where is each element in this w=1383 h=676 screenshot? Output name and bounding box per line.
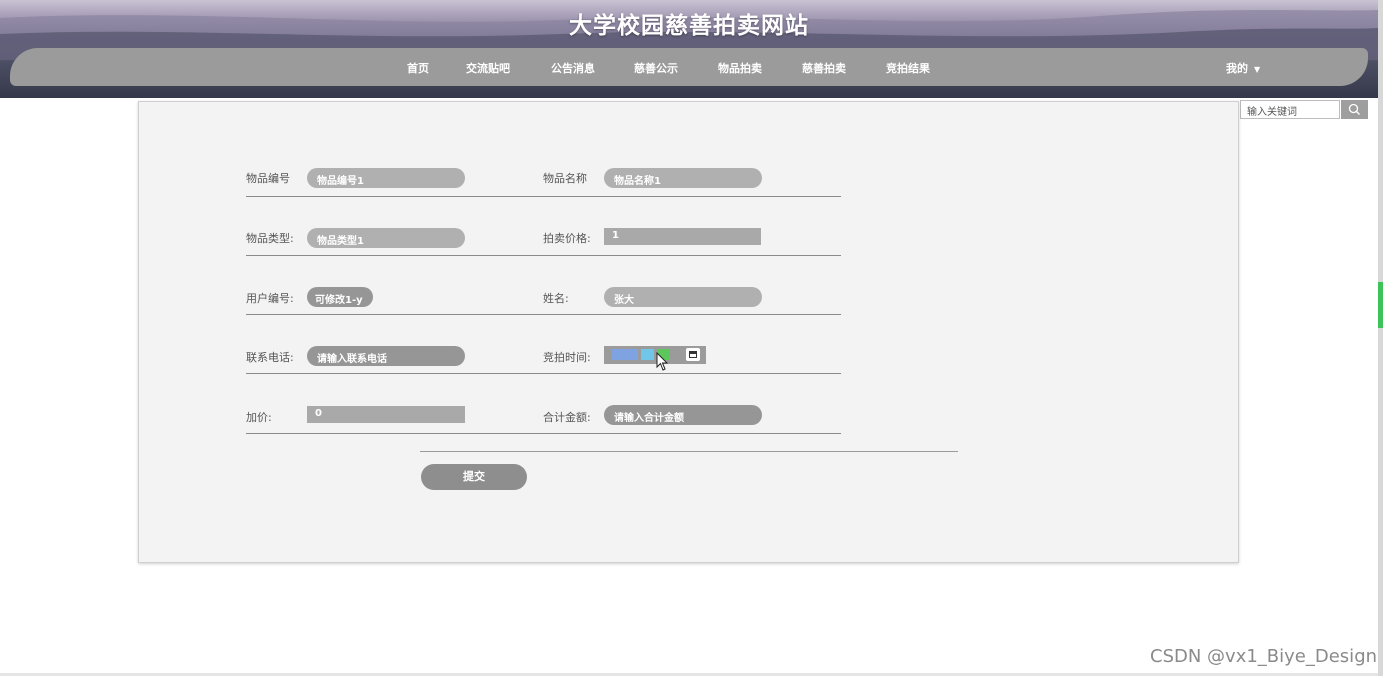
bid-time-label: 竞拍时间: bbox=[543, 351, 591, 364]
nav-charity-auction[interactable]: 慈善拍卖 bbox=[802, 60, 846, 76]
nav-home[interactable]: 首页 bbox=[407, 60, 429, 76]
nav-item-auction[interactable]: 物品拍卖 bbox=[718, 60, 762, 76]
search-button[interactable] bbox=[1341, 100, 1368, 119]
total-label: 合计金额: bbox=[543, 411, 591, 424]
item-name-label: 物品名称 bbox=[543, 172, 587, 185]
bid-time-date-input[interactable] bbox=[604, 346, 706, 364]
chevron-down-icon: ▼ bbox=[1254, 65, 1261, 74]
nav-bid-results[interactable]: 竞拍结果 bbox=[886, 60, 930, 76]
auction-price-field[interactable]: 1 bbox=[604, 228, 761, 245]
auction-price-label: 拍卖价格: bbox=[543, 232, 591, 245]
date-year-segment[interactable] bbox=[612, 349, 638, 360]
submit-divider bbox=[420, 451, 958, 452]
mouse-pointer-icon bbox=[656, 352, 669, 371]
submit-button[interactable]: 提交 bbox=[421, 464, 527, 490]
site-title: 大学校园慈善拍卖网站 bbox=[569, 13, 809, 39]
row-divider bbox=[246, 314, 841, 315]
total-field[interactable]: 请输入合计金额 bbox=[604, 405, 762, 425]
nav-notices[interactable]: 公告消息 bbox=[551, 60, 595, 76]
search-icon bbox=[1348, 103, 1360, 115]
phone-label: 联系电话: bbox=[246, 351, 294, 364]
item-code-label: 物品编号 bbox=[246, 172, 290, 185]
calendar-icon[interactable] bbox=[686, 348, 700, 361]
row-divider bbox=[246, 196, 841, 197]
phone-field[interactable]: 请输入联系电话 bbox=[307, 346, 465, 366]
user-menu-label: 我的 bbox=[1226, 62, 1248, 75]
user-code-label: 用户编号: bbox=[246, 292, 294, 305]
nav-forum[interactable]: 交流贴吧 bbox=[466, 60, 510, 76]
search-input[interactable]: 输入关键词 bbox=[1240, 100, 1340, 119]
user-code-field[interactable]: 可修改1-y bbox=[307, 287, 373, 307]
item-name-field[interactable]: 物品名称1 bbox=[604, 168, 762, 188]
scrollbar-track[interactable] bbox=[1378, 0, 1383, 676]
row-divider bbox=[246, 373, 841, 374]
date-month-segment[interactable] bbox=[641, 349, 654, 360]
item-type-field[interactable]: 物品类型1 bbox=[307, 228, 465, 248]
row-divider bbox=[246, 433, 841, 434]
item-code-field[interactable]: 物品编号1 bbox=[307, 168, 465, 188]
markup-label: 加价: bbox=[246, 411, 272, 424]
watermark: CSDN @vx1_Biye_Design bbox=[1150, 646, 1378, 667]
site-header: 大学校园慈善拍卖网站 首页 交流贴吧 公告消息 慈善公示 物品拍卖 慈善拍卖 竞… bbox=[0, 0, 1378, 98]
main-nav: 首页 交流贴吧 公告消息 慈善公示 物品拍卖 慈善拍卖 竞拍结果 我的 ▼ bbox=[10, 48, 1368, 86]
item-type-label: 物品类型: bbox=[246, 232, 294, 245]
scrollbar-thumb[interactable] bbox=[1378, 282, 1383, 328]
nav-charity-public[interactable]: 慈善公示 bbox=[634, 60, 678, 76]
row-divider bbox=[246, 255, 841, 256]
user-menu[interactable]: 我的 ▼ bbox=[1226, 60, 1260, 76]
markup-field[interactable]: 0 bbox=[307, 406, 465, 423]
name-field[interactable]: 张大 bbox=[604, 287, 762, 307]
name-label: 姓名: bbox=[543, 292, 569, 305]
